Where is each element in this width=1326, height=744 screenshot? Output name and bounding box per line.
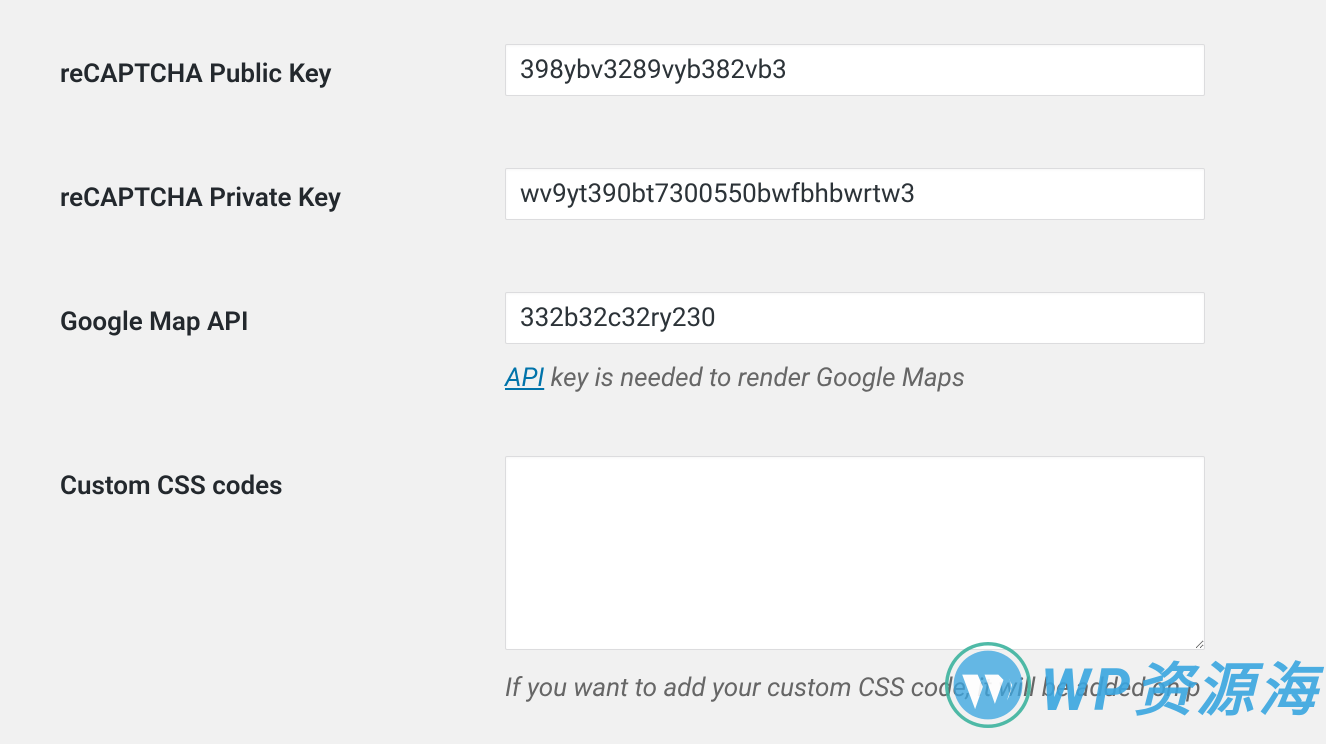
google-map-api-help: API key is needed to render Google Maps xyxy=(505,362,1206,396)
field-recaptcha-public xyxy=(505,44,1326,96)
settings-form: reCAPTCHA Public Key reCAPTCHA Private K… xyxy=(0,0,1326,706)
label-google-map-api: Google Map API xyxy=(60,292,505,340)
field-custom-css: If you want to add your custom CSS code,… xyxy=(505,456,1326,706)
field-google-map-api: API key is needed to render Google Maps xyxy=(505,292,1326,396)
field-recaptcha-private xyxy=(505,168,1326,220)
recaptcha-private-input[interactable] xyxy=(505,168,1205,220)
label-recaptcha-private: reCAPTCHA Private Key xyxy=(60,168,505,216)
recaptcha-public-input[interactable] xyxy=(505,44,1205,96)
custom-css-textarea[interactable] xyxy=(505,456,1205,650)
custom-css-help: If you want to add your custom CSS code,… xyxy=(505,672,1206,706)
api-help-rest: key is needed to render Google Maps xyxy=(544,363,965,393)
api-link[interactable]: API xyxy=(505,363,544,393)
row-custom-css: Custom CSS codes If you want to add your… xyxy=(60,456,1326,706)
row-recaptcha-public: reCAPTCHA Public Key xyxy=(60,0,1326,96)
label-recaptcha-public: reCAPTCHA Public Key xyxy=(60,44,505,92)
google-map-api-input[interactable] xyxy=(505,292,1205,344)
row-recaptcha-private: reCAPTCHA Private Key xyxy=(60,168,1326,220)
label-custom-css: Custom CSS codes xyxy=(60,456,505,504)
row-google-map-api: Google Map API API key is needed to rend… xyxy=(60,292,1326,396)
